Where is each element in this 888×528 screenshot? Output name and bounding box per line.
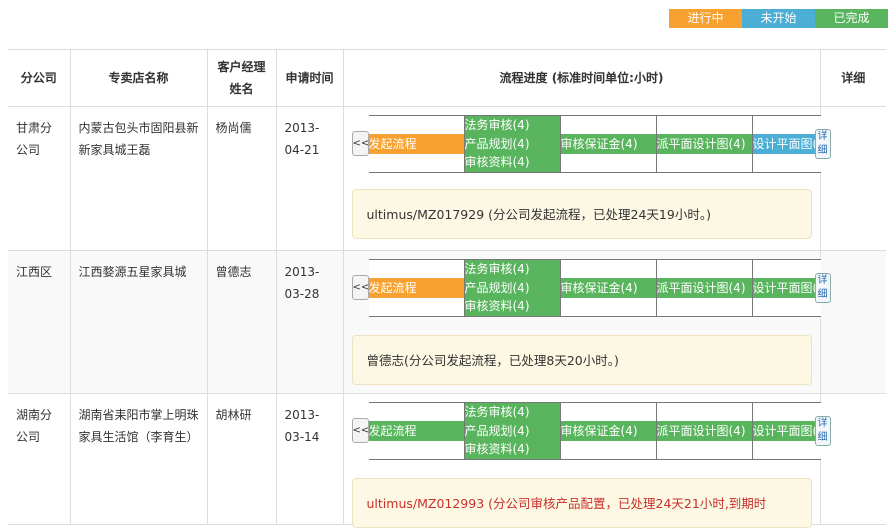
store-cell: 内蒙古包头市固阳县新新家具城王磊 [78,121,199,157]
status-legend: 进行中 未开始 已完成 [669,9,888,28]
header-store: 专卖店名称 [69,49,207,107]
step-review-group: 法务审核(4) 产品规划(4) 审核资料(4) [464,115,561,173]
branch-cell: 湖南分公司 [16,408,53,444]
status-note: ultimus/MZ017929 (分公司发起流程，已处理24天19小时。) [351,189,812,239]
legend-in-progress: 进行中 [669,9,742,28]
header-detail: 详细 [819,49,886,107]
header-progress: 流程进度 (标准时间单位:小时) [342,49,820,107]
table-row: 江西区 江西婺源五星家具城 曾德志 2013-03-28 << 发起流程 法务审… [8,250,886,394]
step-document-review: 审核资料(4) [464,155,530,169]
branch-cell: 江西区 [16,265,53,279]
progress-widget: << 发起流程 法务审核(4) 产品规划(4) 审核资料(4) 审核保证金(4)… [344,251,861,385]
header-applied: 申请时间 [275,49,343,107]
step-review-group: 法务审核(4) 产品规划(4) 审核资料(4) [464,259,561,317]
progress-widget: << 发起流程 法务审核(4) 产品规划(4) 审核资料(4) 审核保证金(4)… [344,107,861,239]
table-header-row: 分公司 专卖店名称 客户经理姓名 申请时间 流程进度 (标准时间单位:小时) 详… [8,49,886,107]
step-assign-plan-design: 派平面设计图(4) [656,259,753,317]
step-assign-plan-design: 派平面设计图(4) [656,402,753,460]
step-initiate: 发起流程 [368,115,465,173]
table-row: 湖南分公司 湖南省耒阳市掌上明珠家具生活馆（李育生） 胡林研 2013-03-1… [8,393,886,528]
step-deposit-review: 审核保证金(4) [560,402,657,460]
manager-cell: 杨尚儒 [215,121,252,135]
header-branch: 分公司 [8,49,70,107]
step-review-group: 法务审核(4) 产品规划(4) 审核资料(4) [464,402,561,460]
scroll-left-button[interactable]: << [351,418,369,443]
scroll-left-button[interactable]: << [351,131,369,156]
step-product-planning: 产品规划(4) [464,136,530,151]
applied-date-cell: 2013-03-14 [284,408,320,444]
step-document-review: 审核资料(4) [464,299,530,313]
detail-link[interactable]: 详细 [814,273,831,303]
step-product-planning: 产品规划(4) [464,280,530,295]
step-document-review: 审核资料(4) [464,442,530,456]
detail-link[interactable]: 详细 [814,129,831,159]
step-legal-review: 法务审核(4) [464,405,530,419]
manager-cell: 曾德志 [215,265,252,279]
step-legal-review: 法务审核(4) [464,118,530,132]
store-cell: 江西婺源五星家具城 [78,265,187,279]
step-product-planning: 产品规划(4) [464,423,530,438]
step-deposit-review: 审核保证金(4) [560,259,657,317]
status-note: ultimus/MZ012993 (分公司审核产品配置，已处理24天21小时,到… [351,478,812,528]
process-table: 分公司 专卖店名称 客户经理姓名 申请时间 流程进度 (标准时间单位:小时) 详… [8,49,886,528]
applied-date-cell: 2013-04-21 [284,121,320,157]
manager-cell: 胡林研 [215,408,252,422]
step-legal-review: 法务审核(4) [464,262,530,276]
table-row: 甘肃分公司 内蒙古包头市固阳县新新家具城王磊 杨尚儒 2013-04-21 <<… [8,106,886,251]
status-note: 曾德志(分公司发起流程，已处理8天20小时。) [351,335,812,385]
process-flow: << 发起流程 法务审核(4) 产品规划(4) 审核资料(4) 审核保证金(4)… [351,402,862,460]
applied-date-cell: 2013-03-28 [284,265,320,301]
progress-widget: << 发起流程 法务审核(4) 产品规划(4) 审核资料(4) 审核保证金(4)… [344,394,861,528]
detail-link[interactable]: 详细 [814,416,831,446]
step-initiate: 发起流程 [368,259,465,317]
legend-completed: 已完成 [815,9,888,28]
header-manager: 客户经理姓名 [206,49,276,107]
legend-not-started: 未开始 [742,9,815,28]
scroll-left-button[interactable]: << [351,275,369,300]
step-deposit-review: 审核保证金(4) [560,115,657,173]
step-initiate: 发起流程 [368,402,465,460]
branch-cell: 甘肃分公司 [16,121,53,157]
step-assign-plan-design: 派平面设计图(4) [656,115,753,173]
process-flow: << 发起流程 法务审核(4) 产品规划(4) 审核资料(4) 审核保证金(4)… [351,115,862,173]
store-cell: 湖南省耒阳市掌上明珠家具生活馆（李育生） [78,408,199,444]
process-flow: << 发起流程 法务审核(4) 产品规划(4) 审核资料(4) 审核保证金(4)… [351,259,862,317]
